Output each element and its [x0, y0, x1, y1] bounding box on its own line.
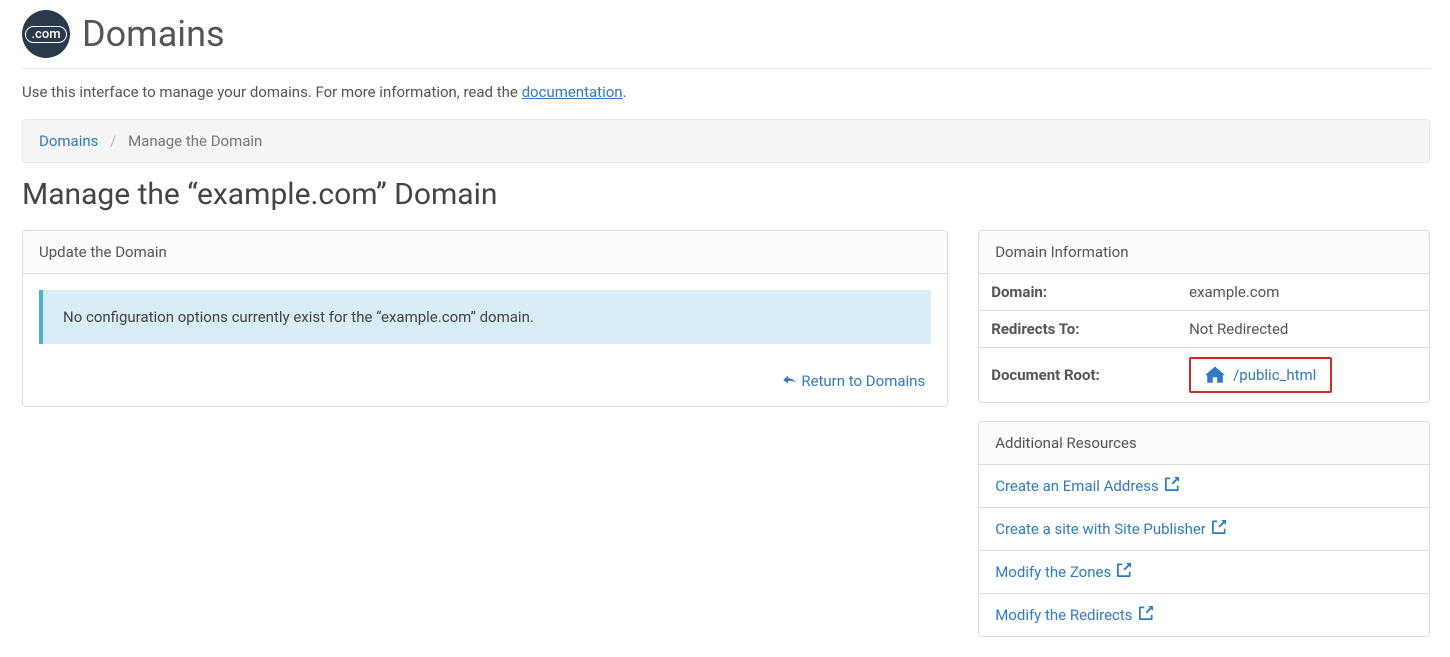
breadcrumb-root-link[interactable]: Domains	[39, 132, 98, 150]
resource-label: Create an Email Address	[995, 477, 1159, 495]
info-value-redirects: Not Redirected	[1177, 311, 1429, 348]
breadcrumb-separator: /	[110, 132, 116, 150]
external-link-icon	[1117, 563, 1131, 581]
info-value-domain: example.com	[1177, 274, 1429, 311]
external-link-icon	[1165, 477, 1179, 495]
page-title: Domains	[82, 13, 225, 55]
reply-arrow-icon	[782, 372, 802, 390]
info-label-domain: Domain:	[979, 274, 1177, 311]
external-link-icon	[1212, 520, 1226, 538]
domains-icon-label: .com	[25, 26, 66, 43]
info-row-docroot: Document Root: /public_html	[979, 348, 1429, 403]
return-to-domains-link[interactable]: Return to Domains	[39, 372, 931, 390]
return-to-domains-label: Return to Domains	[801, 372, 925, 390]
document-root-highlight: /public_html	[1189, 357, 1332, 393]
resource-label: Create a site with Site Publisher	[995, 520, 1206, 538]
intro-prefix: Use this interface to manage your domain…	[22, 83, 522, 101]
breadcrumb-current: Manage the Domain	[128, 132, 262, 150]
page-header: .com Domains	[22, 10, 1430, 69]
resource-link-site-publisher[interactable]: Create a site with Site Publisher	[979, 508, 1429, 550]
breadcrumb: Domains / Manage the Domain	[22, 119, 1430, 163]
domain-information-panel: Domain Information Domain: example.com R…	[978, 230, 1430, 403]
update-domain-heading: Update the Domain	[23, 231, 947, 274]
document-root-link[interactable]: /public_html	[1233, 366, 1316, 384]
info-label-docroot: Document Root:	[979, 348, 1177, 403]
resource-link-modify-redirects[interactable]: Modify the Redirects	[979, 594, 1429, 636]
additional-resources-heading: Additional Resources	[979, 422, 1429, 465]
no-config-alert: No configuration options currently exist…	[39, 290, 931, 344]
intro-suffix: .	[623, 83, 627, 101]
info-row-redirects: Redirects To: Not Redirected	[979, 311, 1429, 348]
resource-link-modify-zones[interactable]: Modify the Zones	[979, 551, 1429, 593]
home-icon	[1205, 365, 1225, 385]
additional-resources-panel: Additional Resources Create an Email Add…	[978, 421, 1430, 637]
section-title: Manage the “example.com” Domain	[22, 177, 1430, 212]
domain-information-heading: Domain Information	[979, 231, 1429, 274]
resource-label: Modify the Zones	[995, 563, 1111, 581]
domains-icon: .com	[22, 10, 70, 58]
intro-text: Use this interface to manage your domain…	[22, 83, 1430, 101]
external-link-icon	[1139, 606, 1153, 624]
documentation-link[interactable]: documentation	[522, 83, 623, 101]
resource-label: Modify the Redirects	[995, 606, 1132, 624]
update-domain-panel: Update the Domain No configuration optio…	[22, 230, 948, 407]
info-label-redirects: Redirects To:	[979, 311, 1177, 348]
resource-link-create-email[interactable]: Create an Email Address	[979, 465, 1429, 507]
info-row-domain: Domain: example.com	[979, 274, 1429, 311]
